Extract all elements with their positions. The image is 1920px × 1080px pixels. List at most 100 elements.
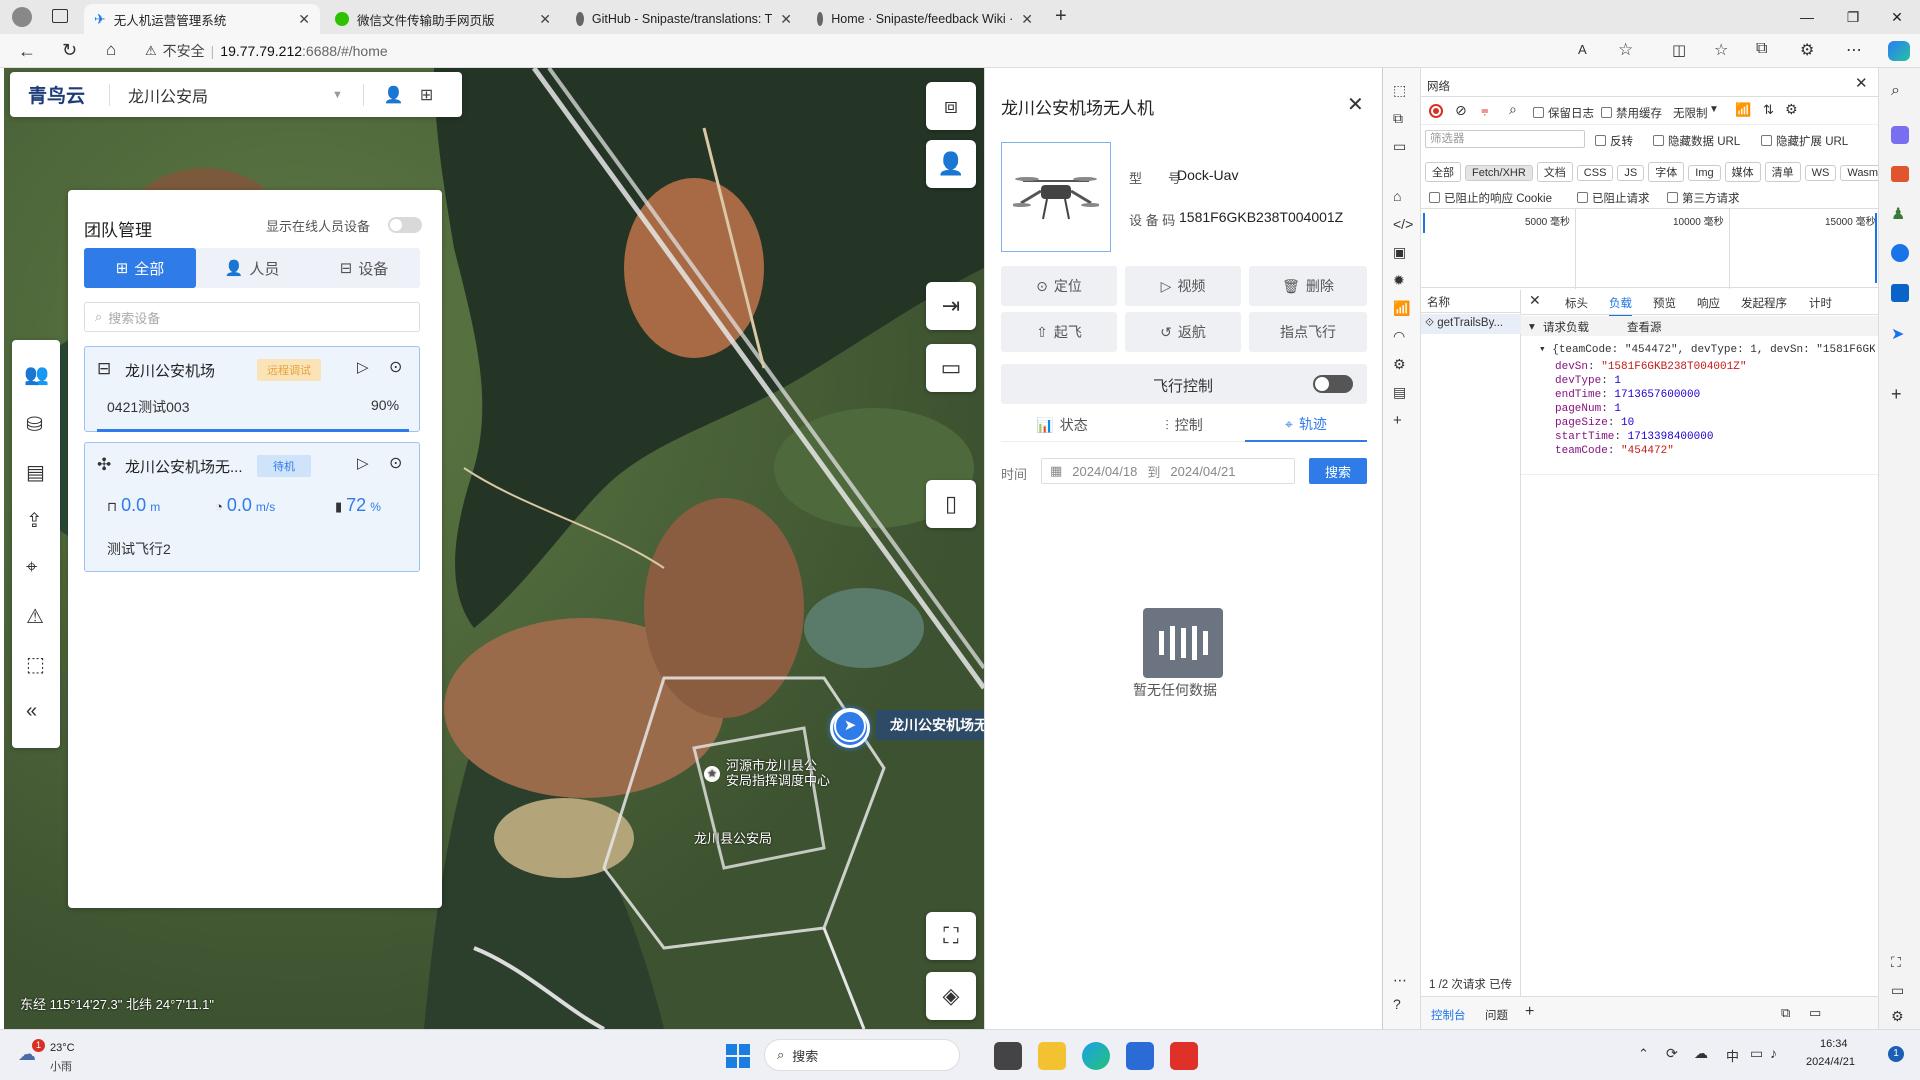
maximize-button[interactable]: ❐: [1830, 0, 1876, 34]
type-filter[interactable]: CSS: [1576, 165, 1614, 181]
network-conditions-icon[interactable]: 📶: [1735, 102, 1751, 118]
device-search-input[interactable]: ⌕ 搜索设备: [84, 302, 420, 332]
database-icon[interactable]: ⛁: [26, 412, 43, 437]
tab-all[interactable]: ⊞ 全部: [84, 248, 196, 288]
team-icon[interactable]: 👥: [24, 362, 49, 387]
network-icon[interactable]: 📶: [1393, 300, 1410, 317]
return-button[interactable]: ↺ 返航: [1125, 312, 1241, 352]
request-row[interactable]: ⟐ getTrailsBy...: [1421, 314, 1521, 334]
invert-checkbox[interactable]: 反转: [1595, 133, 1633, 149]
view-source-link[interactable]: 查看源: [1627, 319, 1662, 335]
type-filter[interactable]: 文档: [1536, 162, 1573, 182]
type-filter[interactable]: Fetch/XHR: [1465, 165, 1533, 181]
windows-start-icon[interactable]: [726, 1044, 750, 1068]
close-devtools-icon[interactable]: ✕: [1855, 74, 1868, 92]
console-drawer-tab[interactable]: 控制台: [1431, 1007, 1466, 1023]
chevron-down-icon[interactable]: ▼: [332, 89, 343, 101]
location-icon[interactable]: ⊙: [389, 357, 402, 377]
store-icon[interactable]: [1126, 1042, 1154, 1070]
type-filter[interactable]: WS: [1804, 165, 1837, 181]
search-icon[interactable]: ⌕: [1509, 101, 1517, 118]
detail-tab-headers[interactable]: 标头: [1565, 295, 1588, 311]
type-filter[interactable]: Img: [1688, 165, 1721, 181]
point-fly-button[interactable]: 指点飞行: [1249, 312, 1367, 352]
send-icon[interactable]: ➤: [1891, 324, 1904, 344]
device-emulation-icon[interactable]: ⧉: [1393, 110, 1403, 127]
notification-badge[interactable]: 1: [1888, 1046, 1904, 1062]
performance-icon[interactable]: ◠: [1393, 328, 1405, 345]
search-button[interactable]: 搜索: [1309, 458, 1367, 484]
favorites-icon[interactable]: ☆: [1714, 40, 1728, 60]
device-card-drone[interactable]: ✣ 龙川公安机场无... 待机 ▷ ⊙ ⊓ 0.0 m ◔ 0.0 m/s ▮ 72…: [84, 442, 420, 572]
more-tools-icon[interactable]: ⋯: [1393, 972, 1407, 989]
import-export-icon[interactable]: ⇅: [1763, 102, 1774, 118]
detail-tab-preview[interactable]: 预览: [1653, 295, 1676, 311]
org-select[interactable]: 龙川公安局: [128, 83, 328, 107]
minimize-button[interactable]: —: [1784, 0, 1830, 34]
close-tab-icon[interactable]: ✕: [539, 11, 551, 28]
settings-gear-icon[interactable]: ⚙: [1393, 356, 1406, 373]
home-icon[interactable]: ⌂: [106, 40, 116, 60]
online-toggle[interactable]: [388, 217, 422, 233]
add-sidebar-app-icon[interactable]: +: [1891, 384, 1902, 405]
type-filter[interactable]: 清单: [1764, 162, 1801, 182]
detail-tab-initiator[interactable]: 发起程序: [1741, 295, 1787, 311]
new-tab-button[interactable]: +: [1055, 5, 1067, 28]
read-aloud-icon[interactable]: A: [1578, 42, 1587, 57]
detail-tab-response[interactable]: 响应: [1697, 295, 1720, 311]
display-icon[interactable]: ▭: [1750, 1045, 1763, 1062]
delete-button[interactable]: 🗑 删除: [1249, 266, 1367, 306]
tab-github-wiki[interactable]: Home · Snipaste/feedback Wiki · ✕: [807, 4, 1043, 34]
sidebar-settings-icon[interactable]: ⚙: [1891, 1008, 1904, 1025]
area-icon[interactable]: ⬚: [26, 652, 45, 677]
play-icon[interactable]: ▷: [357, 454, 369, 472]
reading-view-icon[interactable]: ▭: [1891, 982, 1904, 999]
task-view-icon[interactable]: [994, 1042, 1022, 1070]
type-filter[interactable]: 字体: [1648, 162, 1685, 182]
payload-summary[interactable]: ▾ {teamCode: "454472", devType: 1, devSn…: [1539, 342, 1875, 356]
games-icon[interactable]: ♟: [1891, 204, 1905, 224]
add-drawer-tab-icon[interactable]: +: [1525, 1003, 1534, 1021]
payload-row[interactable]: teamCode: "454472": [1555, 444, 1746, 458]
collections-icon[interactable]: ⧉: [1756, 40, 1767, 58]
video-button[interactable]: ▷ 视频: [1125, 266, 1241, 306]
ime-label[interactable]: 中: [1726, 1046, 1739, 1065]
panel-layout-icon[interactable]: ▭: [1393, 138, 1406, 155]
app-icon[interactable]: [1170, 1042, 1198, 1070]
close-tab-icon[interactable]: ✕: [780, 11, 792, 28]
help-icon[interactable]: ?: [1393, 996, 1401, 1012]
close-tab-icon[interactable]: ✕: [1021, 11, 1033, 28]
profile-avatar[interactable]: [12, 7, 32, 27]
map-label-place[interactable]: ★ 河源市龙川县公 安局指挥调度中心: [704, 758, 830, 788]
tab-control[interactable]: ⫶ 控制: [1123, 408, 1245, 442]
satellite-map[interactable]: 青鸟云 龙川公安局 ▼ 👤 ⊞ 👥 ⛁ ▤ ⇪ ⌖ ⚠ ⬚ « 团队管理 显示在…: [4, 68, 984, 1029]
date-range-picker[interactable]: ▦ 2024/04/18 到 2024/04/21: [1041, 458, 1295, 484]
upload-icon[interactable]: ⇪: [26, 508, 43, 533]
payload-row[interactable]: endTime: 1713657600000: [1555, 388, 1746, 402]
payload-row[interactable]: startTime: 1713398400000: [1555, 430, 1746, 444]
payload-row[interactable]: pageSize: 10: [1555, 416, 1746, 430]
tab-actions-icon[interactable]: [52, 9, 68, 23]
tray-chevron-icon[interactable]: ⌃: [1638, 1046, 1649, 1062]
sync-icon[interactable]: ⟳: [1666, 1045, 1678, 1062]
more-menu-icon[interactable]: ⋯: [1846, 40, 1862, 60]
flight-control-toggle[interactable]: [1313, 375, 1353, 393]
users-icon[interactable]: 👤: [384, 85, 404, 105]
speaker-icon[interactable]: ♪: [1770, 1045, 1777, 1061]
payload-section-header[interactable]: ▾ 请求负载 查看源: [1521, 316, 1879, 336]
network-filter-input[interactable]: 筛选器: [1425, 130, 1585, 148]
grid-icon[interactable]: ⊞: [420, 85, 433, 105]
extensions-icon[interactable]: ⚙: [1800, 40, 1814, 60]
hide-data-url-checkbox[interactable]: 隐藏数据 URL: [1653, 133, 1740, 149]
detail-tab-timing[interactable]: 计时: [1809, 295, 1832, 311]
dock-icon[interactable]: ⧉: [1781, 1005, 1790, 1021]
split-screen-icon[interactable]: ◫: [1672, 41, 1686, 59]
application-icon[interactable]: ▤: [1393, 384, 1406, 401]
throttle-select[interactable]: 无限制: [1673, 105, 1729, 121]
clear-icon[interactable]: ⊘: [1455, 102, 1467, 119]
clock-time[interactable]: 16:34: [1820, 1038, 1848, 1050]
collapse-icon[interactable]: «: [26, 700, 37, 723]
record-icon[interactable]: [1429, 104, 1443, 118]
inspect-icon[interactable]: ⬚: [1393, 82, 1406, 99]
alarm-icon[interactable]: ⚠: [26, 604, 44, 629]
